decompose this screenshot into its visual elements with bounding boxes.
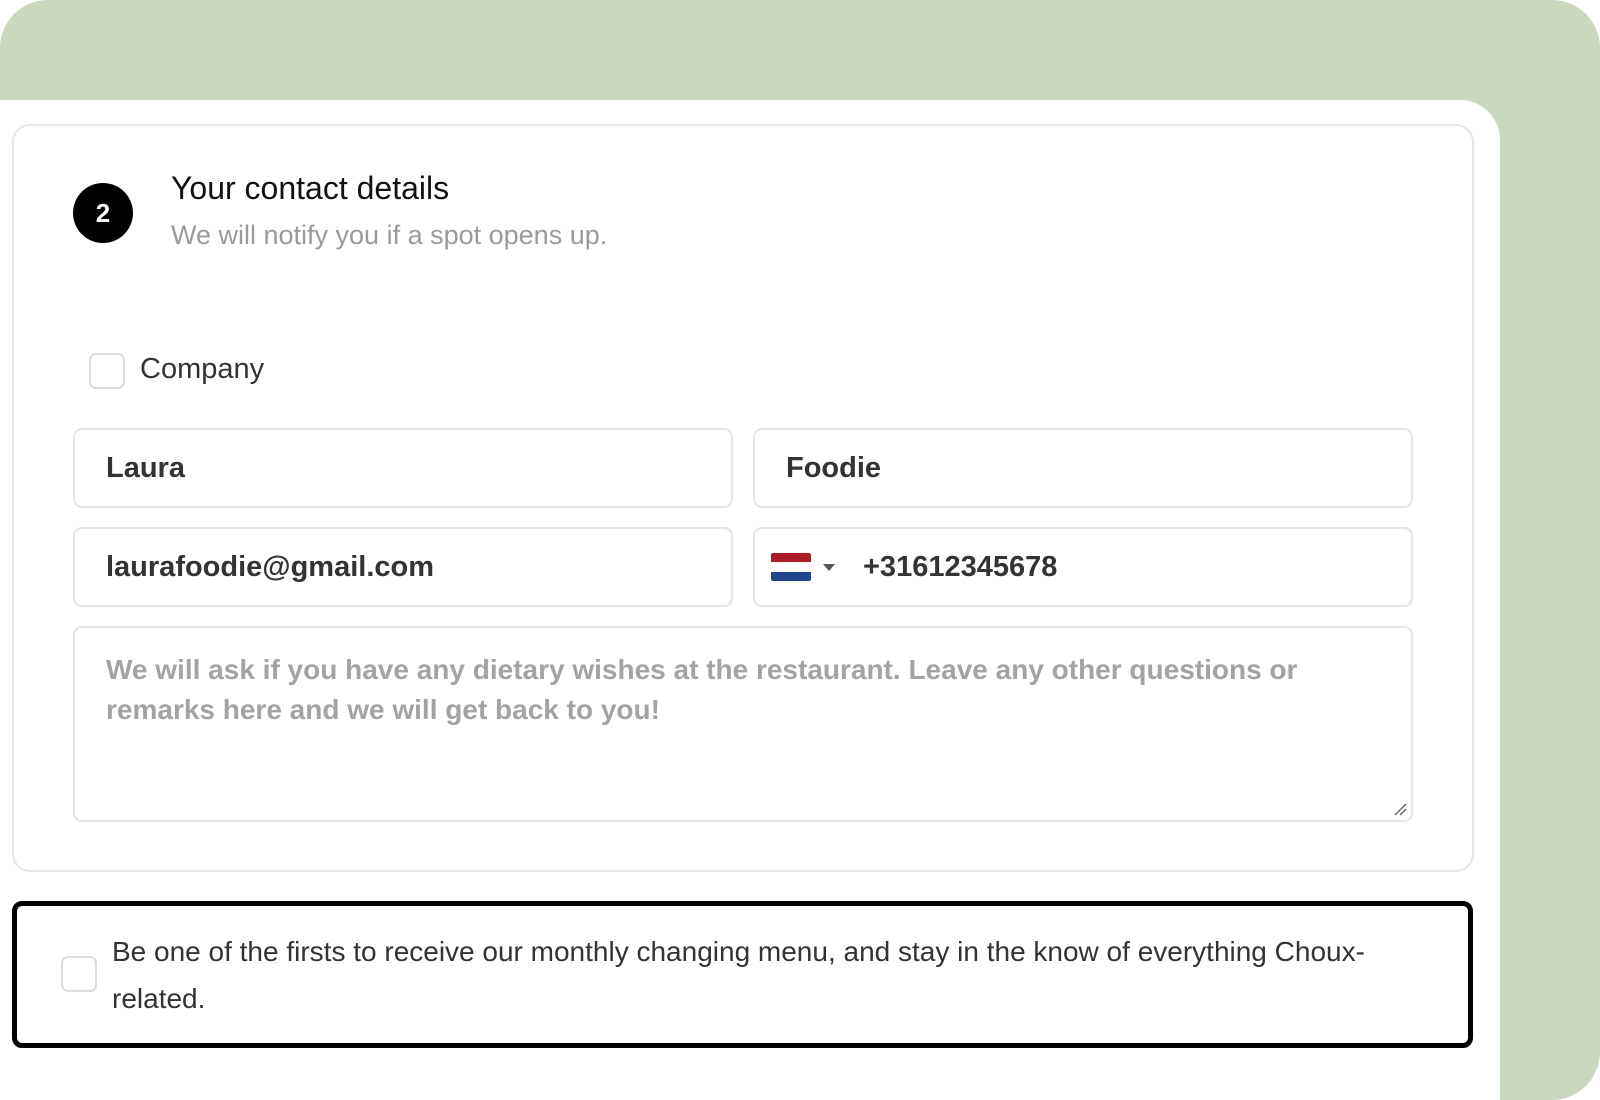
first-name-field[interactable]: Laura: [73, 428, 733, 508]
section-subtitle: We will notify you if a spot opens up.: [171, 220, 608, 250]
email-field[interactable]: laurafoodie@gmail.com: [73, 527, 733, 607]
company-checkbox[interactable]: [89, 353, 125, 389]
phone-field[interactable]: +31612345678: [753, 527, 1413, 607]
last-name-field[interactable]: Foodie: [753, 428, 1413, 508]
phone-number-value: +31612345678: [863, 550, 1058, 583]
newsletter-checkbox[interactable]: [61, 956, 97, 992]
remarks-textarea[interactable]: We will ask if you have any dietary wish…: [73, 626, 1413, 822]
newsletter-optin-label: Be one of the firsts to receive our mont…: [112, 936, 1365, 1014]
first-name-value: Laura: [106, 451, 185, 484]
step-number-badge: 2: [73, 183, 133, 243]
section-title: Your contact details: [171, 170, 450, 206]
remarks-placeholder: We will ask if you have any dietary wish…: [106, 654, 1298, 725]
company-label: Company: [140, 353, 265, 385]
last-name-value: Foodie: [786, 451, 882, 484]
country-dropdown-caret-icon[interactable]: [823, 563, 835, 571]
email-value: laurafoodie@gmail.com: [106, 550, 435, 583]
netherlands-flag-icon[interactable]: [771, 553, 811, 581]
resize-handle-icon[interactable]: [1393, 802, 1407, 816]
